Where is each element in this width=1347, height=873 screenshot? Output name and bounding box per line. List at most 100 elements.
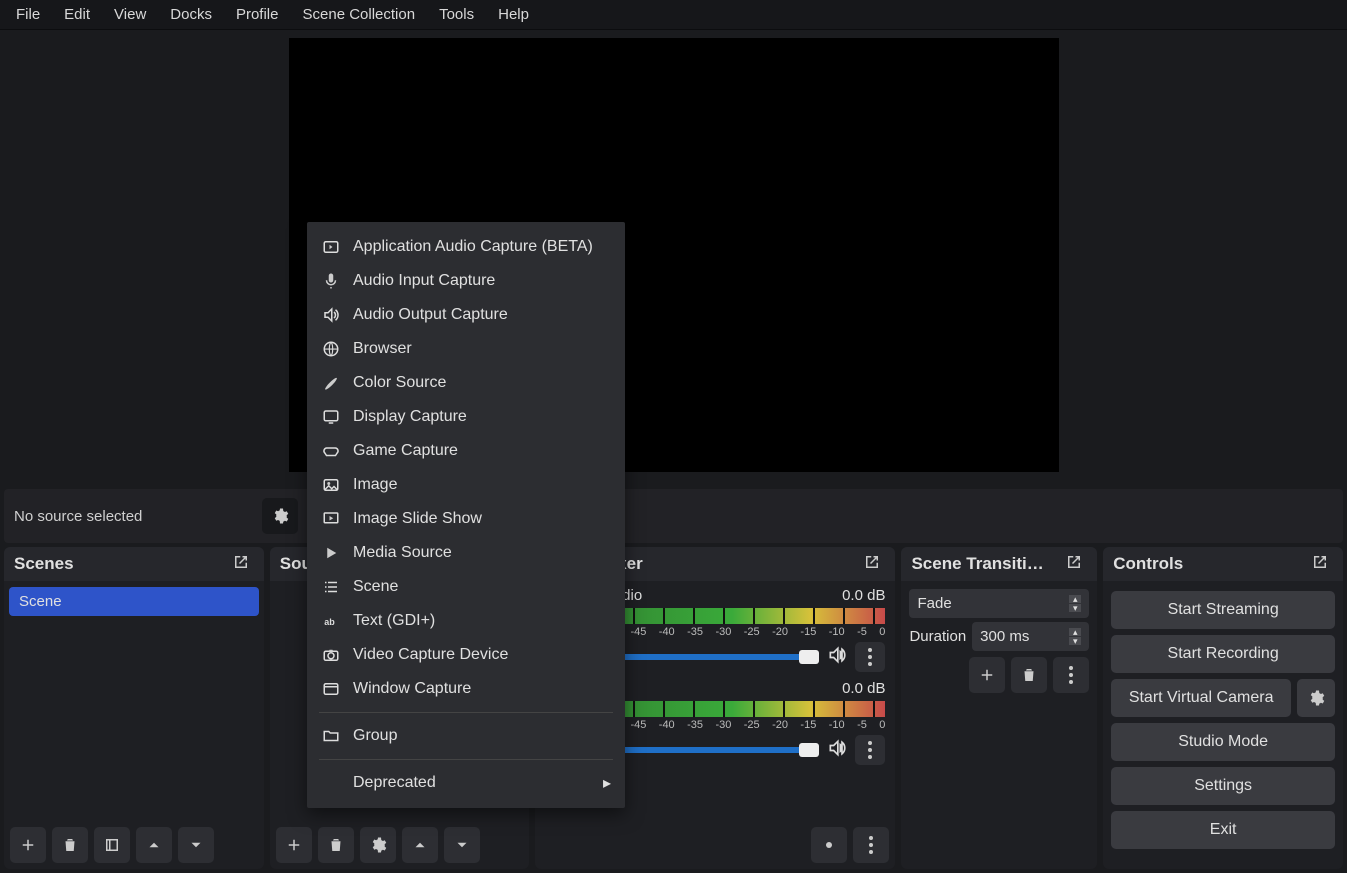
start-virtual-camera-button[interactable]: Start Virtual Camera xyxy=(1111,679,1291,717)
cm-audio-output-capture[interactable]: Audio Output Capture xyxy=(307,298,625,332)
trash-icon xyxy=(1019,665,1039,685)
cm-text-gdi[interactable]: abText (GDI+) xyxy=(307,604,625,638)
remove-scene-button[interactable] xyxy=(52,827,88,863)
cm-separator xyxy=(319,712,613,713)
mixer-menu-button[interactable] xyxy=(853,827,889,863)
cm-color-source[interactable]: Color Source xyxy=(307,366,625,400)
chevron-down-icon xyxy=(452,835,472,855)
plus-icon xyxy=(284,835,304,855)
source-properties-button[interactable] xyxy=(360,827,396,863)
sources-footer xyxy=(270,821,530,869)
plus-icon xyxy=(18,835,38,855)
svg-text:ab: ab xyxy=(324,617,335,627)
list-icon xyxy=(321,577,341,597)
studio-mode-button[interactable]: Studio Mode xyxy=(1111,723,1335,761)
mixer-settings-button[interactable] xyxy=(811,827,847,863)
menu-help[interactable]: Help xyxy=(486,2,541,27)
mixer-options-button[interactable] xyxy=(855,642,885,672)
mixer-options-button[interactable] xyxy=(855,735,885,765)
monitor-icon xyxy=(321,407,341,427)
scenes-title: Scenes xyxy=(14,554,74,574)
trash-icon xyxy=(326,835,346,855)
dots-vertical-icon xyxy=(1069,666,1073,684)
move-scene-up-button[interactable] xyxy=(136,827,172,863)
mixer-channel-db: 0.0 dB xyxy=(842,680,885,697)
transition-duration-value: 300 ms xyxy=(980,628,1029,645)
controls-header: Controls xyxy=(1103,547,1343,581)
transitions-dock: Scene Transiti… Fade ▴▾ Duration 300 ms … xyxy=(901,547,1097,869)
menu-docks[interactable]: Docks xyxy=(158,2,224,27)
start-recording-button[interactable]: Start Recording xyxy=(1111,635,1335,673)
settings-button[interactable]: Settings xyxy=(1111,767,1335,805)
remove-source-button[interactable] xyxy=(318,827,354,863)
add-scene-button[interactable] xyxy=(10,827,46,863)
window-audio-icon xyxy=(321,237,341,257)
add-transition-button[interactable] xyxy=(969,657,1005,693)
move-source-up-button[interactable] xyxy=(402,827,438,863)
popout-icon[interactable] xyxy=(863,553,885,575)
controls-dock: Controls Start Streaming Start Recording… xyxy=(1103,547,1343,869)
popout-icon[interactable] xyxy=(1311,553,1333,575)
menu-profile[interactable]: Profile xyxy=(224,2,291,27)
cm-separator xyxy=(319,759,613,760)
transition-properties-button[interactable] xyxy=(1053,657,1089,693)
exit-button[interactable]: Exit xyxy=(1111,811,1335,849)
menu-file[interactable]: File xyxy=(4,2,52,27)
virtual-camera-settings-button[interactable] xyxy=(1297,679,1335,717)
menubar: File Edit View Docks Profile Scene Colle… xyxy=(0,0,1347,30)
plus-icon xyxy=(977,665,997,685)
cm-image[interactable]: Image xyxy=(307,468,625,502)
transition-select[interactable]: Fade ▴▾ xyxy=(909,589,1089,618)
gamepad-icon xyxy=(321,441,341,461)
cm-display-capture[interactable]: Display Capture xyxy=(307,400,625,434)
dots-vertical-icon xyxy=(868,741,872,759)
cm-media-source[interactable]: Media Source xyxy=(307,536,625,570)
popout-icon[interactable] xyxy=(1065,553,1087,575)
speaker-icon xyxy=(321,305,341,325)
move-scene-down-button[interactable] xyxy=(178,827,214,863)
cm-group[interactable]: Group xyxy=(307,719,625,753)
scenes-header: Scenes xyxy=(4,547,264,581)
cm-audio-input-capture[interactable]: Audio Input Capture xyxy=(307,264,625,298)
popout-icon[interactable] xyxy=(232,553,254,575)
chevron-right-icon: ▸ xyxy=(603,773,611,793)
cm-video-capture-device[interactable]: Video Capture Device xyxy=(307,638,625,672)
gear-icon xyxy=(819,835,839,855)
cm-deprecated[interactable]: Deprecated▸ xyxy=(307,766,625,800)
folder-icon xyxy=(321,726,341,746)
transitions-header: Scene Transiti… xyxy=(901,547,1097,581)
add-source-button[interactable] xyxy=(276,827,312,863)
controls-body: Start Streaming Start Recording Start Vi… xyxy=(1103,581,1343,869)
source-properties-button[interactable] xyxy=(262,498,298,534)
transitions-body: Fade ▴▾ Duration 300 ms ▴▾ xyxy=(901,581,1097,869)
scene-item[interactable]: Scene xyxy=(9,587,259,616)
play-icon xyxy=(321,543,341,563)
cm-image-slide-show[interactable]: Image Slide Show xyxy=(307,502,625,536)
scene-filters-button[interactable] xyxy=(94,827,130,863)
cm-game-capture[interactable]: Game Capture xyxy=(307,434,625,468)
window-icon xyxy=(321,679,341,699)
camera-icon xyxy=(321,645,341,665)
cm-scene[interactable]: Scene xyxy=(307,570,625,604)
cm-browser[interactable]: Browser xyxy=(307,332,625,366)
dots-vertical-icon xyxy=(869,836,873,854)
menu-view[interactable]: View xyxy=(102,2,158,27)
cm-application-audio-capture[interactable]: Application Audio Capture (BETA) xyxy=(307,230,625,264)
speaker-icon[interactable] xyxy=(827,738,847,763)
dots-vertical-icon xyxy=(868,648,872,666)
gear-icon xyxy=(368,835,388,855)
transitions-title: Scene Transiti… xyxy=(911,554,1043,574)
menu-scene-collection[interactable]: Scene Collection xyxy=(291,2,428,27)
transition-selected-label: Fade xyxy=(917,595,951,612)
source-toolbar: No source selected xyxy=(4,489,1343,543)
remove-transition-button[interactable] xyxy=(1011,657,1047,693)
move-source-down-button[interactable] xyxy=(444,827,480,863)
scenes-list[interactable]: Scene xyxy=(4,581,264,821)
start-streaming-button[interactable]: Start Streaming xyxy=(1111,591,1335,629)
cm-window-capture[interactable]: Window Capture xyxy=(307,672,625,706)
speaker-icon[interactable] xyxy=(827,645,847,670)
menu-tools[interactable]: Tools xyxy=(427,2,486,27)
transition-duration-input[interactable]: 300 ms ▴▾ xyxy=(972,622,1089,651)
transition-duration-label: Duration xyxy=(909,628,966,645)
menu-edit[interactable]: Edit xyxy=(52,2,102,27)
